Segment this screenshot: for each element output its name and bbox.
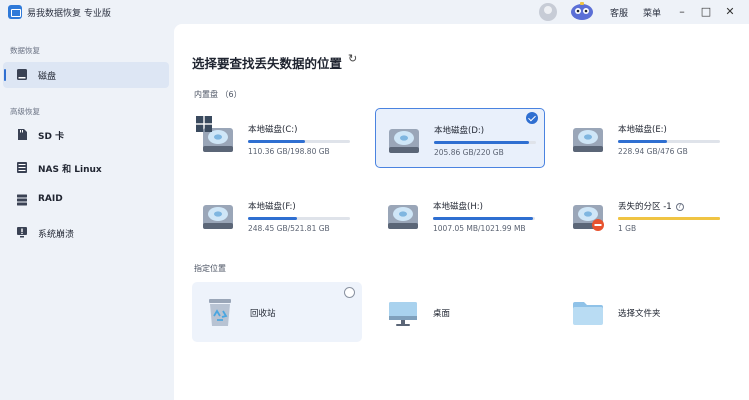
active-indicator (4, 69, 6, 81)
drive-card-c[interactable]: 本地磁盘(C:) 110.36 GB/198.80 GB (190, 108, 360, 168)
sidebar-item-disk[interactable]: 磁盘 (3, 62, 169, 88)
sidebar-item-nas-linux[interactable]: NAS 和 Linux (3, 155, 169, 181)
sidebar-item-label: SD 卡 (38, 132, 65, 142)
radio-icon[interactable] (344, 287, 355, 298)
select-folder-card[interactable]: 选择文件夹 (560, 282, 730, 342)
usage-bar (248, 217, 350, 220)
usage-fill (618, 217, 720, 220)
app-title: 易我数据恢复 专业版 (27, 9, 111, 19)
drive-name: 本地磁盘(D:) (434, 126, 485, 136)
drive-name: 本地磁盘(F:) (248, 202, 296, 212)
drive-size: 228.94 GB/476 GB (618, 147, 688, 156)
sd-card-icon (18, 129, 27, 140)
hard-drive-icon (573, 205, 604, 231)
hard-drive-icon (573, 128, 603, 152)
hard-drive-icon (388, 205, 418, 229)
hard-drive-icon (203, 205, 233, 229)
usage-fill (248, 217, 297, 220)
lost-partition-card[interactable]: 丢失的分区 -1? 1 GB (560, 185, 730, 245)
location-name: 回收站 (250, 309, 276, 319)
help-icon[interactable]: ? (675, 203, 684, 211)
hard-drive-icon (389, 129, 419, 153)
usage-fill (618, 140, 668, 143)
minimize-icon[interactable]: – (673, 3, 691, 21)
drive-size: 110.36 GB/198.80 GB (248, 147, 330, 156)
windows-logo-icon (196, 116, 212, 132)
location-name: 桌面 (433, 309, 451, 319)
drive-name: 丢失的分区 -1? (618, 200, 684, 212)
sidebar-item-label: 系统崩溃 (38, 230, 75, 240)
sidebar-item-label: NAS 和 Linux (38, 165, 102, 175)
assistant-robot-icon[interactable] (569, 1, 595, 21)
app-logo-icon (8, 5, 22, 19)
close-icon[interactable]: ✕ (721, 3, 739, 21)
system-crash-icon (17, 227, 27, 238)
usage-bar (618, 140, 720, 143)
usage-fill (433, 217, 534, 220)
drive-card-f[interactable]: 本地磁盘(F:) 248.45 GB/521.81 GB (190, 185, 360, 245)
lost-partition-label: 丢失的分区 -1 (618, 202, 672, 212)
location-name: 选择文件夹 (618, 309, 661, 319)
recycle-bin-card[interactable]: 回收站 (192, 282, 362, 342)
user-avatar[interactable] (539, 3, 557, 21)
menu-link[interactable]: 菜单 (643, 6, 661, 19)
drive-size: 248.45 GB/521.81 GB (248, 224, 330, 233)
drive-size: 205.86 GB/220 GB (434, 148, 504, 157)
sidebar-item-label: RAID (38, 194, 63, 204)
sidebar-section-advanced: 高级恢复 (10, 107, 40, 116)
drive-size: 1 GB (618, 224, 637, 233)
recycle-bin-icon (209, 299, 231, 326)
refresh-icon[interactable]: ↻ (348, 53, 360, 65)
specify-location-label: 指定位置 (194, 264, 226, 273)
drive-name: 本地磁盘(E:) (618, 125, 667, 135)
maximize-icon[interactable]: □ (697, 3, 715, 21)
drive-name: 本地磁盘(H:) (433, 202, 483, 212)
drive-card-h[interactable]: 本地磁盘(H:) 1007.05 MB/1021.99 MB (375, 185, 545, 245)
desktop-card[interactable]: 桌面 (375, 282, 545, 342)
internal-drives-label: 内置盘 （6） (194, 90, 242, 99)
sidebar-item-raid[interactable]: RAID (3, 187, 169, 213)
usage-fill (248, 140, 305, 143)
sidebar-item-label: 磁盘 (38, 72, 57, 82)
title-bar: 易我数据恢复 专业版 客服 菜单 – □ ✕ (0, 0, 749, 24)
usage-bar (618, 217, 720, 220)
desktop-icon (389, 302, 417, 326)
sidebar-item-sd-card[interactable]: SD 卡 (3, 122, 169, 148)
drive-card-e[interactable]: 本地磁盘(E:) 228.94 GB/476 GB (560, 108, 730, 168)
usage-fill (434, 141, 530, 144)
nas-icon (17, 162, 27, 173)
drive-name: 本地磁盘(C:) (248, 125, 298, 135)
sidebar-item-system-crash[interactable]: 系统崩溃 (3, 220, 169, 246)
disk-icon (17, 69, 27, 80)
support-link[interactable]: 客服 (610, 6, 628, 19)
usage-bar (434, 141, 536, 144)
sidebar-section-data-recovery: 数据恢复 (10, 46, 40, 55)
drive-card-d[interactable]: 本地磁盘(D:) 205.86 GB/220 GB (375, 108, 545, 168)
selected-check-icon (526, 112, 538, 124)
folder-icon (573, 302, 603, 325)
usage-bar (248, 140, 350, 143)
sidebar: 数据恢复 磁盘 高级恢复 SD 卡 NAS 和 Linux RAID 系统崩溃 (0, 24, 174, 400)
drive-size: 1007.05 MB/1021.99 MB (433, 224, 526, 233)
usage-bar (433, 217, 535, 220)
main-panel: 选择要查找丢失数据的位置 ↻ 内置盘 （6） 本地磁盘(C:) 110.36 G… (174, 24, 749, 400)
page-title: 选择要查找丢失数据的位置 (192, 56, 343, 71)
raid-icon (17, 194, 27, 206)
